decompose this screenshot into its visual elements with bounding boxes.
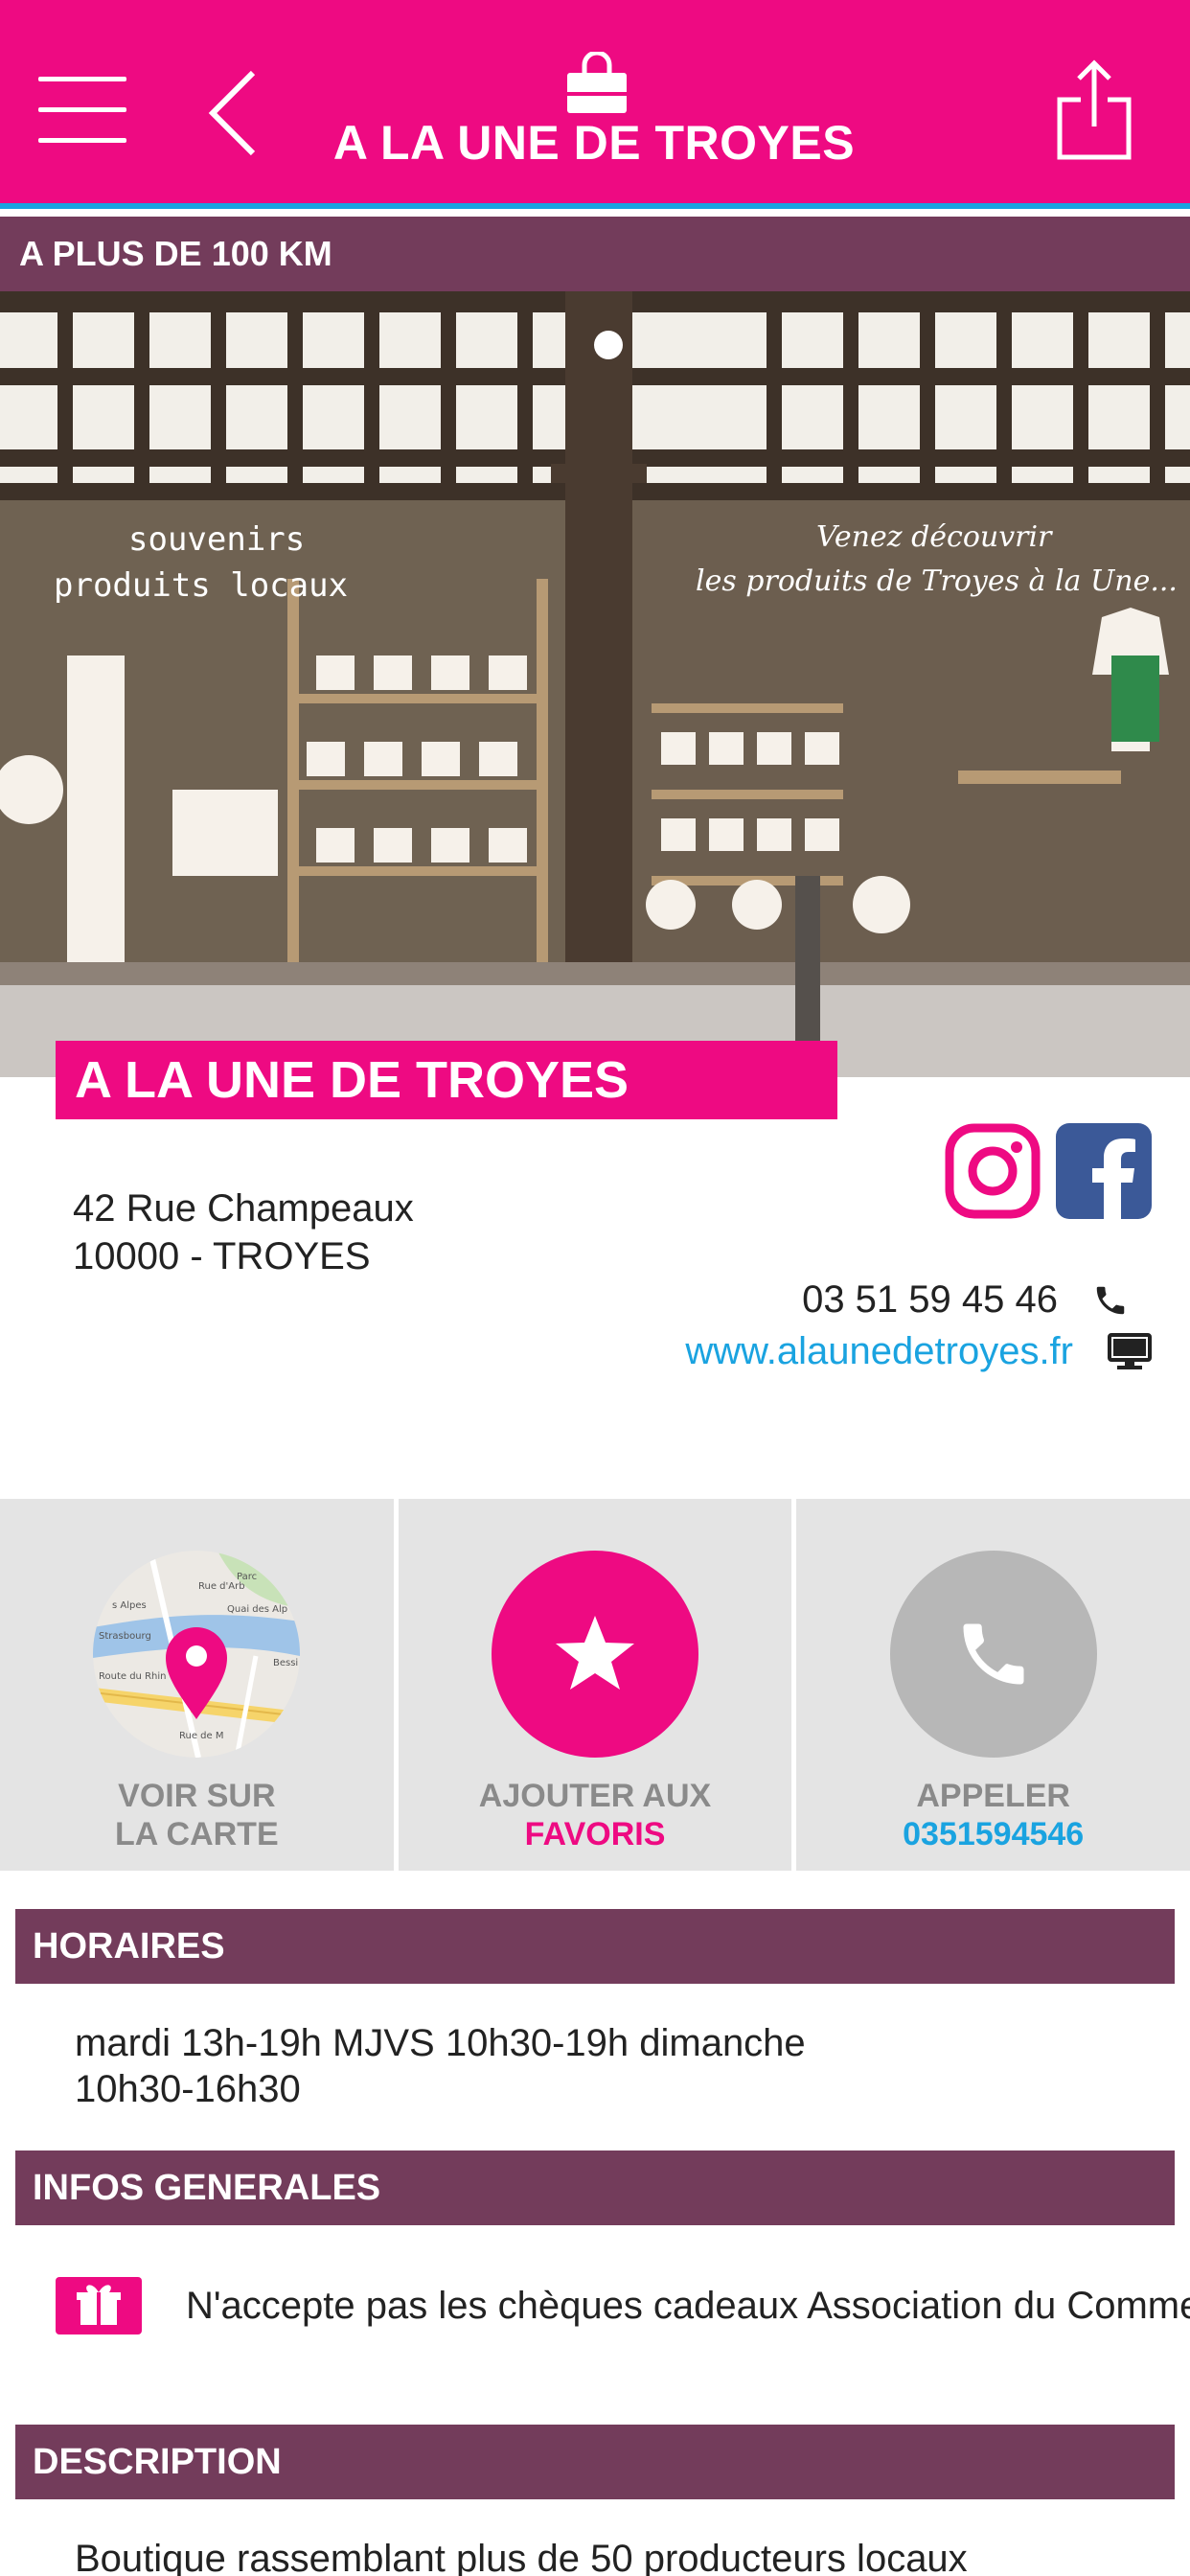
desktop-icon	[1108, 1332, 1152, 1369]
address-line-2: 10000 - TROYES	[73, 1235, 371, 1277]
phone-number[interactable]: 03 51 59 45 46	[802, 1278, 1058, 1322]
info-section-header: INFOS GENERALES	[15, 2150, 1175, 2225]
carousel-dot[interactable]	[594, 331, 623, 359]
info-text: N'accepte pas les chèques cadeaux Associ…	[186, 2285, 1190, 2327]
description-text: Boutique rassemblant plus de 50 producte…	[75, 2538, 968, 2576]
map-label-7: Rue d'Arb	[198, 1581, 245, 1592]
website-row[interactable]: www.alaunedetroyes.fr	[685, 1330, 1152, 1373]
website-link[interactable]: www.alaunedetroyes.fr	[685, 1330, 1073, 1373]
shop-photo[interactable]: souvenirs produits locaux Venez découvri…	[0, 291, 1190, 1077]
facebook-icon[interactable]	[1056, 1123, 1152, 1219]
shop-name-banner: A LA UNE DE TROYES	[56, 1041, 837, 1119]
share-icon[interactable]	[1056, 58, 1133, 163]
window-text-right-1: Venez découvrir	[816, 520, 1053, 554]
shopping-bag-icon	[567, 52, 627, 113]
distance-bar: A PLUS DE 100 KM	[0, 217, 1190, 291]
window-text-right-2: les produits de Troyes à la Une...	[696, 564, 1178, 598]
phone-row[interactable]: 03 51 59 45 46	[802, 1278, 1129, 1322]
address-line-1: 42 Rue Champeaux	[73, 1187, 414, 1230]
shop-address: 42 Rue Champeaux 10000 - TROYES	[73, 1184, 414, 1280]
map-label-5: Route du Rhin	[99, 1671, 166, 1682]
add-favorite-button[interactable]: AJOUTER AUX FAVORIS	[393, 1499, 792, 1871]
map-label-4: Strasbourg	[99, 1631, 151, 1642]
map-thumbnail: Parc Quai des Alp s Alpes Strasbourg Rou…	[93, 1551, 301, 1758]
gift-card-icon	[56, 2277, 142, 2334]
add-favorite-label: AJOUTER AUX FAVORIS	[478, 1778, 712, 1852]
call-circle	[889, 1551, 1097, 1758]
app-header: A LA UNE DE TROYES	[0, 0, 1190, 203]
action-bar: Parc Quai des Alp s Alpes Strasbourg Rou…	[0, 1499, 1190, 1871]
map-label-8: Bessi	[273, 1658, 298, 1668]
map-label-2: Quai des Alp	[227, 1604, 287, 1615]
phone-icon	[1096, 1286, 1125, 1314]
call-button[interactable]: APPELER 0351594546	[791, 1499, 1190, 1871]
view-map-button[interactable]: Parc Quai des Alp s Alpes Strasbourg Rou…	[0, 1499, 394, 1871]
window-text-left-2: produits locaux	[54, 566, 348, 605]
map-label-3: s Alpes	[112, 1600, 147, 1611]
header-divider	[0, 203, 1190, 209]
star-icon	[556, 1616, 634, 1690]
instagram-icon[interactable]	[945, 1123, 1041, 1219]
chevron-left-icon[interactable]	[203, 67, 261, 159]
hamburger-menu-icon[interactable]	[38, 77, 126, 150]
view-map-label: VOIR SUR LA CARTE	[115, 1778, 279, 1852]
call-label: APPELER 0351594546	[903, 1778, 1085, 1852]
map-label-6: Rue de M	[179, 1731, 223, 1741]
hours-text: mardi 13h-19h MJVS 10h30-19h dimanche 10…	[75, 2022, 806, 2110]
storefront-image: souvenirs produits locaux Venez découvri…	[0, 291, 1190, 1077]
hours-section-header: HORAIRES	[15, 1909, 1175, 1984]
favorite-circle	[492, 1551, 698, 1758]
header-title: A LA UNE DE TROYES	[332, 116, 856, 170]
phone-icon	[963, 1623, 1024, 1685]
window-text-left-1: souvenirs	[128, 520, 305, 559]
description-section-header: DESCRIPTION	[15, 2425, 1175, 2499]
